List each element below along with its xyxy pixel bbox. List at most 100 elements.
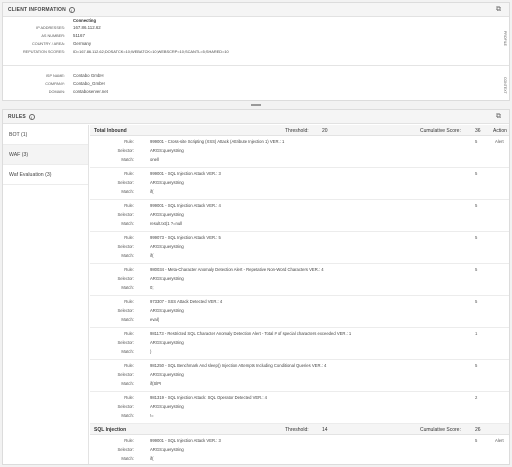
rule-score: 5 (475, 267, 478, 272)
rule-text: 981319 - SQL Injection Attack: SQL Opera… (150, 395, 268, 400)
rule-entry: Rule: 980034 - Meta-Character Anomaly Det… (90, 264, 509, 296)
rule-entry: Rule: 973307 - SSS Attack Detected VER.: … (90, 296, 509, 328)
expand-icon[interactable]: ⧉ (496, 6, 504, 13)
match-value: if(SlPI (150, 381, 162, 386)
ip-value: 167.86.112.62 (73, 25, 101, 30)
match-value: onell (150, 157, 159, 162)
threshold-label: Threshold: (285, 426, 309, 433)
rules-title: RULES (8, 113, 26, 120)
rule-score: 5 (475, 203, 478, 208)
side-label: CONTEXT (503, 77, 507, 94)
selector-label: Selector: (117, 447, 134, 452)
selector-label: Selector: (117, 340, 134, 345)
selector-label: Selector: (117, 308, 134, 313)
match-label: Match: (121, 221, 134, 226)
resize-handle[interactable] (251, 104, 261, 106)
rule-action: Alert (495, 139, 504, 144)
selector-value: ARGS:querystring (150, 180, 184, 185)
match-label: Match: (121, 157, 134, 162)
rule-text: 981173 - Restricted SQL Character Anomal… (150, 331, 352, 336)
country-value: Germany (73, 41, 92, 46)
expand-icon[interactable]: ⧉ (496, 113, 504, 120)
rule-text: 999001 - SQL Injection Attack VER.: 3 (150, 438, 221, 443)
selector-value: ARGS:querystring (150, 447, 184, 452)
match-label: Match: (121, 285, 134, 290)
rule-text: 981250 - SQL Benchmark And sleep() Injec… (150, 363, 327, 368)
rules-content: Total Inbound Threshold: 20 Cumulative Scor… (90, 125, 509, 464)
rule-score: 5 (475, 299, 478, 304)
rule-score: 5 (475, 139, 478, 144)
match-label: Match: (121, 189, 134, 194)
rule-text: 999001 - SQL Injection Attack VER.: 4 (150, 203, 221, 208)
rule-entry: Rule: 999001 - SQL Injection Attack VER.:… (90, 168, 509, 200)
field-label: REPUTATION SCORES: (22, 50, 65, 54)
rule-text: 980034 - Meta-Character Anomaly Detectio… (150, 267, 324, 272)
rule-score: 5 (475, 171, 478, 176)
rule-entry: Rule: 999001 - SQL Injection Attack VER.:… (90, 435, 509, 464)
selector-value: ARGS:querystring (150, 372, 184, 377)
selector-label: Selector: (117, 180, 134, 185)
rule-group-header: SQL Injection Threshold: 14 Cumulative Scor… (90, 424, 509, 435)
selector-value: ARGS:querystring (150, 276, 184, 281)
threshold-value: 14 (322, 426, 328, 433)
match-value: eval( (150, 317, 160, 322)
rules-panel: RULES i ⧉ BOT (1) WAF (3) Waf Evaluation… (2, 109, 510, 465)
rule-entry: Rule: 981250 - SQL Benchmark And sleep() … (90, 360, 509, 392)
selector-label: Selector: (117, 244, 134, 249)
cumulative-value: 36 (475, 127, 481, 134)
rule-text: 999073 - SQL Injection Attack VER.: 5 (150, 235, 221, 240)
match-value: result.txt(1 ?=null (150, 221, 183, 226)
selector-value: ARGS:querystring (150, 212, 184, 217)
rule-text: 999001 - SQL Injection Attack VER.: 3 (150, 171, 221, 176)
tab-waf[interactable]: WAF (3) (3, 145, 88, 165)
rules-tabs: BOT (1) WAF (3) Waf Evaluation (3) (3, 125, 89, 464)
rules-header: RULES i (3, 110, 509, 124)
field-label: ISP NAME: (45, 74, 65, 78)
selector-value: ARGS:querystring (150, 148, 184, 153)
rule-label: Rule: (124, 139, 134, 144)
cumulative-value: 26 (475, 426, 481, 433)
divider (3, 65, 509, 66)
selector-value: ARGS:querystring (150, 404, 184, 409)
cumulative-label: Cumulative Score: (420, 127, 461, 134)
rule-entry: Rule: 999073 - SQL Injection Attack VER.:… (90, 232, 509, 264)
tab-bot[interactable]: BOT (1) (3, 125, 88, 145)
group-name: SQL Injection (94, 426, 127, 433)
rule-score: 2 (475, 395, 478, 400)
rule-label: Rule: (124, 363, 134, 368)
match-label: Match: (121, 381, 134, 386)
rule-action: Alert (495, 438, 504, 443)
rule-label: Rule: (124, 171, 134, 176)
selector-label: Selector: (117, 212, 134, 217)
selector-label: Selector: (117, 372, 134, 377)
rule-text: 999001 - Cross-site Scripting (XSS) Atta… (150, 139, 285, 144)
threshold-label: Threshold: (285, 127, 309, 134)
status-text: Connecting (73, 18, 97, 23)
match-label: Match: (121, 413, 134, 418)
selector-value: ARGS:querystring (150, 340, 184, 345)
rule-group-header: Total Inbound Threshold: 20 Cumulative Scor… (90, 125, 509, 136)
match-label: Match: (121, 253, 134, 258)
info-icon[interactable]: i (28, 113, 35, 120)
rule-label: Rule: (124, 395, 134, 400)
as-value: 51167 (73, 33, 85, 38)
selector-value: ARGS:querystring (150, 244, 184, 249)
match-value: ) (150, 349, 152, 354)
tab-waf-evaluation[interactable]: Waf Evaluation (3) (3, 165, 88, 185)
rule-label: Rule: (124, 299, 134, 304)
rule-label: Rule: (124, 438, 134, 443)
info-icon[interactable]: i (68, 6, 75, 13)
rule-score: 5 (475, 363, 478, 368)
match-label: Match: (121, 317, 134, 322)
rule-label: Rule: (124, 203, 134, 208)
rule-text: 973307 - SSS Attack Detected VER.: 4 (150, 299, 223, 304)
rule-entry: Rule: 981319 - SQL Injection Attack: SQL … (90, 392, 509, 424)
field-label: COMPANY: (45, 82, 65, 86)
match-value: if( (150, 456, 154, 461)
client-info-title: CLIENT INFORMATION (8, 6, 66, 13)
reputation-value: ID=167.86.112.62;DOSATCK=10;WEBATCK=10;W… (73, 49, 229, 54)
threshold-value: 20 (322, 127, 328, 134)
isp-value: Contabo GmbH (73, 73, 104, 78)
rule-score: 1 (475, 331, 478, 336)
field-label: COUNTRY / AREA: (32, 42, 65, 46)
